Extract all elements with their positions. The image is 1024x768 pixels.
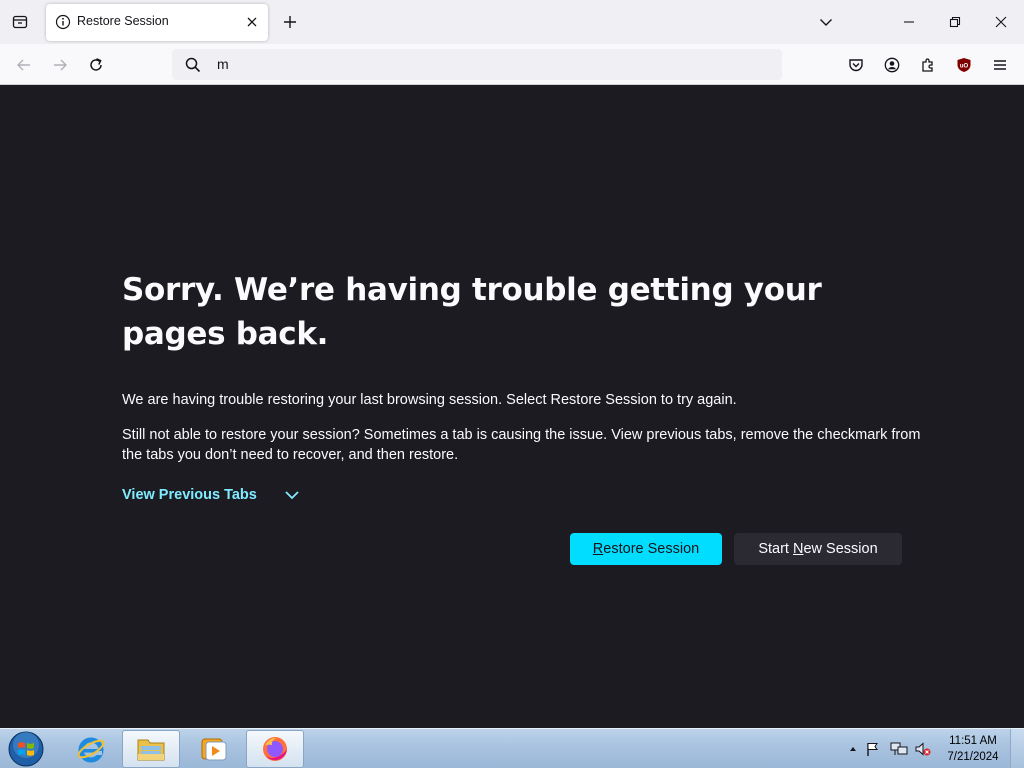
pocket-button[interactable] [842,51,870,79]
close-window-button[interactable] [978,0,1024,44]
ie-icon [77,737,105,763]
ublock-icon: uO [957,58,971,72]
back-icon [17,59,30,71]
show-desktop-button[interactable] [1010,729,1024,768]
page-title: Sorry. We’re having trouble getting your… [122,272,822,352]
new-tab-button[interactable] [278,10,302,34]
tab-restore-session[interactable]: Restore Session [46,4,268,41]
start-button[interactable] [6,730,46,768]
back-button[interactable] [10,51,38,79]
reload-icon [90,58,102,71]
taskbar-clock[interactable]: 11:51 AM 7/21/2024 [940,733,1006,765]
help-text: Still not able to restore your session? … [122,427,921,463]
account-button[interactable] [878,51,906,79]
chevron-up-icon [850,747,856,751]
list-all-tabs-button[interactable] [814,10,838,34]
extensions-button[interactable] [914,51,942,79]
start-new-session-button[interactable]: Start New Session [734,533,902,565]
network-button[interactable] [890,740,908,758]
restore-icon [949,16,961,28]
action-center-button[interactable] [864,740,882,758]
taskbar-windows-explorer[interactable] [122,730,180,768]
pocket-icon [849,59,863,72]
clock-date: 7/21/2024 [947,751,999,763]
restore-window-button[interactable] [932,0,978,44]
chevron-down-icon [285,491,299,500]
volume-button[interactable] [914,740,932,758]
minimize-button[interactable] [886,0,932,44]
explorer-icon [137,739,165,761]
view-previous-tabs-label: View Previous Tabs [122,487,257,503]
menu-icon [994,60,1006,70]
flag-icon [867,743,878,756]
ublock-button[interactable]: uO [950,51,978,79]
close-icon [995,16,1007,28]
plus-icon [284,16,296,28]
navigation-toolbar: uO [0,44,1024,85]
search-icon [184,56,202,74]
restore-session-page: Sorry. We’re having trouble getting your… [0,86,1024,728]
media-player-icon [201,738,227,761]
extensions-icon [922,58,933,72]
firefox-icon [263,737,287,761]
volume-muted-icon [915,742,931,756]
taskbar-internet-explorer[interactable] [62,730,120,768]
chevron-down-icon [820,19,832,26]
description-text: We are having trouble restoring your las… [122,392,737,408]
close-icon[interactable] [242,12,262,32]
windows-start-icon [8,731,44,767]
url-input[interactable] [217,56,717,72]
forward-button[interactable] [46,51,74,79]
taskbar-media-player[interactable] [184,730,242,768]
account-icon [884,57,900,73]
taskbar-firefox[interactable] [246,730,304,768]
view-previous-tabs-toggle[interactable]: View Previous Tabs [122,484,301,506]
clock-time: 11:51 AM [949,735,997,747]
show-hidden-icons-button[interactable] [844,740,862,758]
minimize-icon [904,21,914,23]
reload-button[interactable] [82,51,110,79]
restore-session-button[interactable]: Restore Session [570,533,722,565]
forward-icon [54,59,67,71]
svg-text:uO: uO [960,64,969,70]
tab-strip: Restore Session [0,0,1024,44]
address-bar[interactable] [172,49,782,80]
info-icon [55,14,71,30]
tab-title: Restore Session [77,14,169,28]
app-menu-button[interactable] [986,51,1014,79]
firefox-view-icon[interactable] [6,8,34,36]
windows-taskbar: 11:51 AM 7/21/2024 [0,728,1024,768]
network-icon [890,742,908,755]
